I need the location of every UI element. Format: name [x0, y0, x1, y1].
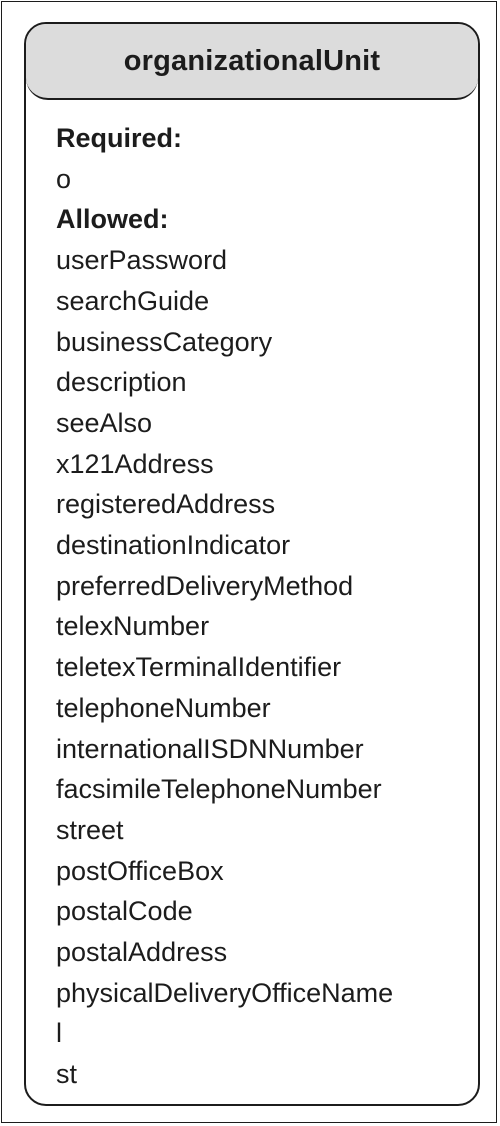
figure-frame: organizationalUnit Required: o Allowed: … [1, 1, 497, 1123]
allowed-attribute: postOfficeBox [56, 855, 224, 886]
allowed-attribute: telexNumber [56, 611, 210, 642]
allowed-attribute: facsimileTelephoneNumber [56, 774, 382, 805]
class-header: organizationalUnit [26, 24, 478, 100]
required-list: o [56, 159, 478, 200]
allowed-attribute: userPassword [56, 245, 228, 276]
allowed-attribute: physicalDeliveryOfficeName [56, 977, 394, 1008]
allowed-attribute: searchGuide [56, 285, 210, 316]
allowed-label: Allowed: [56, 204, 169, 235]
allowed-attribute: registeredAddress [56, 489, 276, 520]
allowed-attribute: destinationIndicator [56, 530, 291, 561]
allowed-attribute: st [56, 1059, 78, 1090]
allowed-attribute: seeAlso [56, 407, 153, 438]
allowed-attribute: x121Address [56, 448, 214, 479]
allowed-attribute: street [56, 814, 124, 845]
required-attribute: o [56, 163, 72, 194]
allowed-attribute: telephoneNumber [56, 692, 271, 723]
class-name: organizationalUnit [123, 44, 381, 77]
allowed-attribute: internationalISDNNumber [56, 733, 364, 764]
allowed-attribute: postalAddress [56, 937, 228, 968]
allowed-attribute: description [56, 367, 187, 398]
allowed-list: userPassword searchGuide businessCategor… [56, 240, 478, 1095]
allowed-attribute: preferredDeliveryMethod [56, 570, 354, 601]
required-label: Required: [56, 123, 183, 153]
object-class-box: organizationalUnit Required: o Allowed: … [24, 22, 480, 1106]
allowed-attribute: postalCode [56, 896, 193, 927]
class-attributes: Required: o Allowed: userPassword search… [26, 100, 478, 1095]
allowed-attribute: businessCategory [56, 326, 273, 357]
allowed-attribute: l [56, 1018, 62, 1049]
allowed-attribute: teletexTerminalIdentifier [56, 652, 342, 683]
